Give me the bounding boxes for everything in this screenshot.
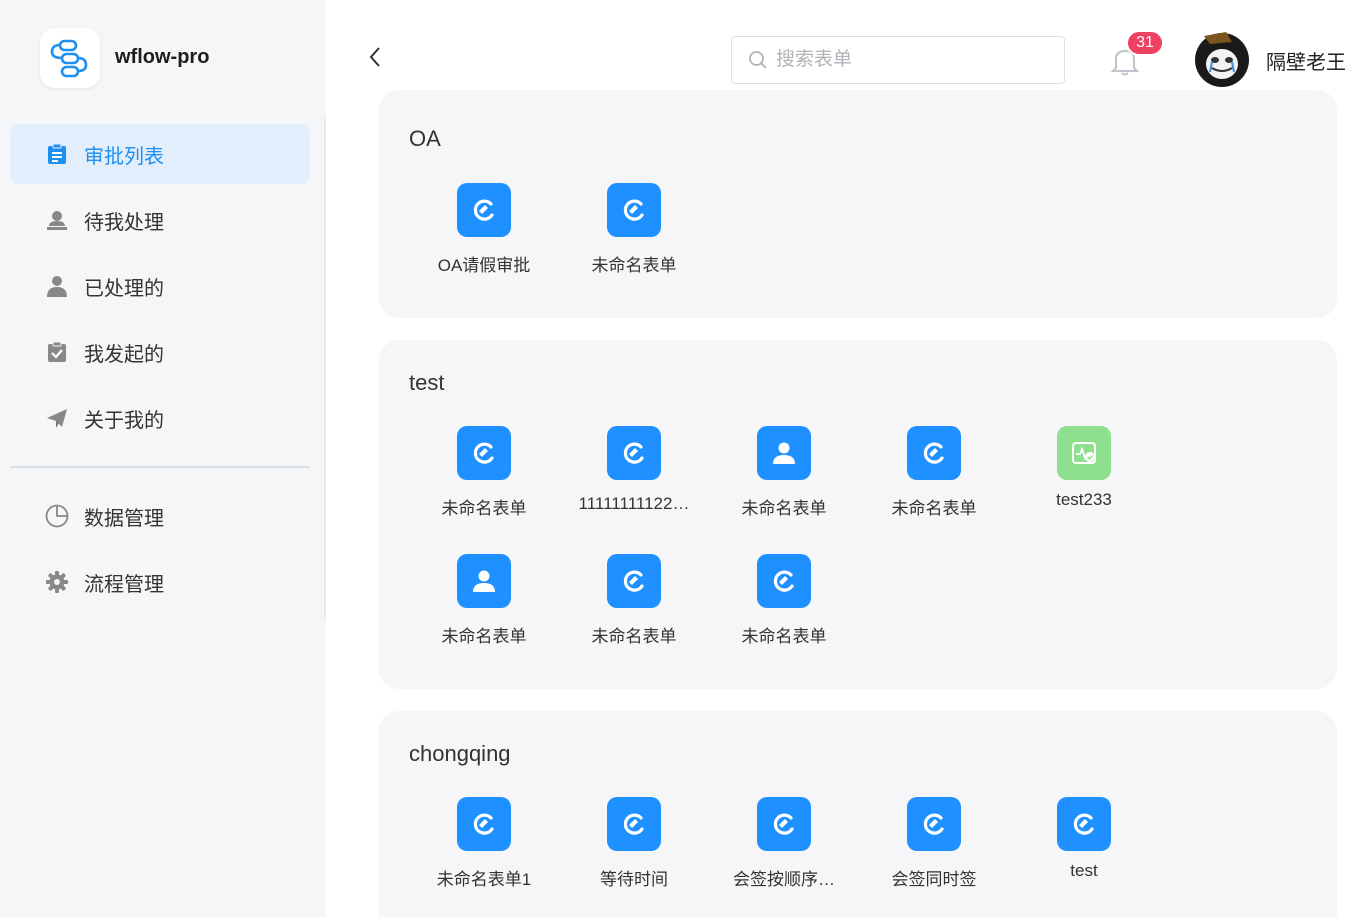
form-group-oa: OA OA请假审批 未命名表单 (379, 90, 1337, 318)
form-item[interactable]: 未命名表单 (559, 554, 709, 647)
sidebar: wflow-pro 审批列表 待我处理 已处理的 我发起的 关于我的 数据管理 … (0, 0, 326, 917)
sidebar-border (324, 118, 326, 618)
form-item[interactable]: 会签按顺序… (709, 797, 859, 890)
group-title: test (409, 370, 445, 395)
menu-label: 我发起的 (84, 343, 164, 366)
form-label: 会签按顺序… (733, 870, 835, 889)
form-item[interactable]: 11111111122… (559, 426, 709, 514)
form-edit-icon (757, 554, 811, 608)
search-icon (749, 51, 767, 69)
menu-item-processed[interactable]: 已处理的 (10, 256, 310, 316)
form-edit-icon (907, 797, 961, 851)
gear-icon (45, 570, 69, 594)
menu-label: 数据管理 (84, 507, 164, 530)
form-group-test: test 未命名表单 11111111122… 未命名表单 未命名表单 test… (379, 340, 1337, 689)
form-label: 未命名表单1 (436, 870, 532, 889)
form-item[interactable]: test (1009, 797, 1159, 881)
menu-item-about-me[interactable]: 关于我的 (10, 388, 310, 448)
form-item[interactable]: 未命名表单 (859, 426, 1009, 519)
form-edit-icon (607, 554, 661, 608)
search-input[interactable] (776, 49, 1036, 71)
group-title: chongqing (409, 741, 511, 766)
app-logo[interactable] (40, 28, 100, 88)
form-edit-icon (907, 426, 961, 480)
form-label: 未命名表单 (891, 499, 977, 518)
user-avatar-icon (1192, 28, 1252, 88)
form-item[interactable]: 未命名表单1 (409, 797, 559, 890)
form-label: OA请假审批 (437, 256, 531, 275)
form-label: 未命名表单 (741, 499, 827, 518)
form-edit-icon (607, 426, 661, 480)
paper-plane-icon (45, 406, 69, 430)
form-item[interactable]: 等待时间 (559, 797, 709, 890)
pie-chart-icon (45, 504, 69, 528)
workflow-logo-icon (50, 39, 88, 78)
form-label: test (1070, 861, 1098, 880)
menu-label: 流程管理 (84, 573, 164, 596)
form-item[interactable]: 会签同时签 (859, 797, 1009, 890)
form-label: 未命名表单 (441, 627, 527, 646)
form-item[interactable]: 未命名表单 (409, 426, 559, 519)
person-icon (457, 554, 511, 608)
form-edit-icon (457, 797, 511, 851)
menu-item-initiated[interactable]: 我发起的 (10, 322, 310, 382)
menu-item-pending[interactable]: 待我处理 (10, 190, 310, 250)
search-box[interactable] (731, 36, 1065, 84)
form-label: 等待时间 (600, 870, 668, 889)
form-item[interactable]: 未命名表单 (409, 554, 559, 647)
chevron-left-icon (369, 47, 380, 67)
form-label: 11111111122… (578, 494, 690, 513)
form-edit-icon (607, 797, 661, 851)
menu-item-process-management[interactable]: 流程管理 (10, 552, 310, 612)
clipboard-check-icon (45, 340, 69, 364)
menu-divider (10, 466, 310, 468)
menu-item-approval-list[interactable]: 审批列表 (10, 124, 310, 184)
username[interactable]: 隔壁老王 (1266, 46, 1346, 75)
form-item[interactable]: 未命名表单 (559, 183, 709, 276)
form-edit-icon (757, 797, 811, 851)
form-item[interactable]: 未命名表单 (709, 426, 859, 519)
form-label: 会签同时签 (891, 870, 977, 889)
notification-badge: 31 (1126, 30, 1164, 56)
form-item[interactable]: 未命名表单 (709, 554, 859, 647)
form-edit-icon (607, 183, 661, 237)
health-check-icon (1057, 426, 1111, 480)
back-button[interactable] (362, 44, 388, 70)
menu-item-data-management[interactable]: 数据管理 (10, 486, 310, 546)
clipboard-list-icon (45, 142, 69, 166)
menu-label: 已处理的 (84, 277, 164, 300)
form-label: 未命名表单 (591, 627, 677, 646)
form-edit-icon (457, 426, 511, 480)
user-stamp-icon (45, 208, 69, 232)
menu-label: 待我处理 (84, 211, 164, 234)
menu-label: 关于我的 (84, 409, 164, 432)
app-name: wflow-pro (115, 46, 210, 68)
avatar[interactable] (1192, 28, 1252, 88)
form-label: 未命名表单 (741, 627, 827, 646)
form-edit-icon (457, 183, 511, 237)
form-item[interactable]: test233 (1009, 426, 1159, 510)
person-icon (757, 426, 811, 480)
form-label: test233 (1056, 490, 1112, 509)
form-label: 未命名表单 (591, 256, 677, 275)
user-icon (45, 274, 69, 298)
menu-label: 审批列表 (84, 145, 164, 168)
form-edit-icon (1057, 797, 1111, 851)
form-label: 未命名表单 (441, 499, 527, 518)
form-group-chongqing: chongqing 未命名表单1 等待时间 会签按顺序… 会签同时签 test (379, 711, 1337, 917)
group-title: OA (409, 126, 441, 151)
form-item[interactable]: OA请假审批 (409, 183, 559, 276)
